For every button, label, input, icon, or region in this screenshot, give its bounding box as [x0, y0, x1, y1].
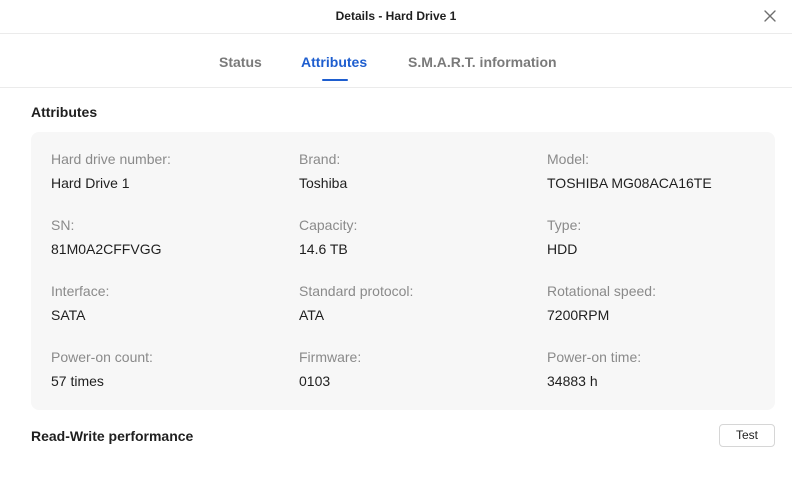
attr-label-type: Type:	[547, 217, 582, 233]
attr-label-power-on-count: Power-on count:	[51, 349, 153, 365]
attr-label-hard-drive-number: Hard drive number:	[51, 151, 171, 167]
details-dialog: Details - Hard Drive 1 Status Attributes…	[0, 0, 792, 501]
tab-bar: Status Attributes S.M.A.R.T. information	[0, 35, 792, 88]
read-write-performance-title: Read-Write performance	[31, 428, 194, 444]
attr-value-model: TOSHIBA MG08ACA16TE	[547, 175, 712, 191]
attr-label-sn: SN:	[51, 217, 75, 233]
attr-label-power-on-time: Power-on time:	[547, 349, 642, 365]
tab-attributes[interactable]: Attributes	[301, 54, 367, 70]
attr-value-interface: SATA	[51, 307, 86, 323]
attr-label-brand: Brand:	[299, 151, 341, 167]
attr-value-sn: 81M0A2CFFVGG	[51, 241, 162, 257]
attr-value-firmware: 0103	[299, 373, 331, 389]
attr-label-rotational-speed: Rotational speed:	[547, 283, 656, 299]
dialog-title: Details - Hard Drive 1	[335, 9, 457, 23]
attr-value-power-on-count: 57 times	[51, 373, 104, 389]
dialog-title-bar: Details - Hard Drive 1	[0, 0, 792, 34]
attr-value-hard-drive-number: Hard Drive 1	[51, 175, 130, 191]
test-button[interactable]: Test	[719, 424, 775, 447]
tab-smart-information[interactable]: S.M.A.R.T. information	[408, 54, 557, 70]
close-icon[interactable]	[762, 8, 778, 24]
attr-value-standard-protocol: ATA	[299, 307, 325, 323]
active-tab-indicator	[322, 79, 348, 81]
attr-label-firmware: Firmware:	[299, 349, 362, 365]
attr-label-capacity: Capacity:	[299, 217, 358, 233]
attr-value-type: HDD	[547, 241, 578, 257]
attr-label-interface: Interface:	[51, 283, 110, 299]
attributes-section-title: Attributes	[31, 104, 98, 120]
attr-label-model: Model:	[547, 151, 590, 167]
attr-value-capacity: 14.6 TB	[299, 241, 348, 257]
attr-value-brand: Toshiba	[299, 175, 348, 191]
attributes-panel: Hard drive number: Hard Drive 1 Brand: T…	[31, 132, 775, 410]
attr-value-rotational-speed: 7200RPM	[547, 307, 610, 323]
attr-label-standard-protocol: Standard protocol:	[299, 283, 414, 299]
tab-status[interactable]: Status	[219, 54, 262, 70]
attr-value-power-on-time: 34883 h	[547, 373, 598, 389]
